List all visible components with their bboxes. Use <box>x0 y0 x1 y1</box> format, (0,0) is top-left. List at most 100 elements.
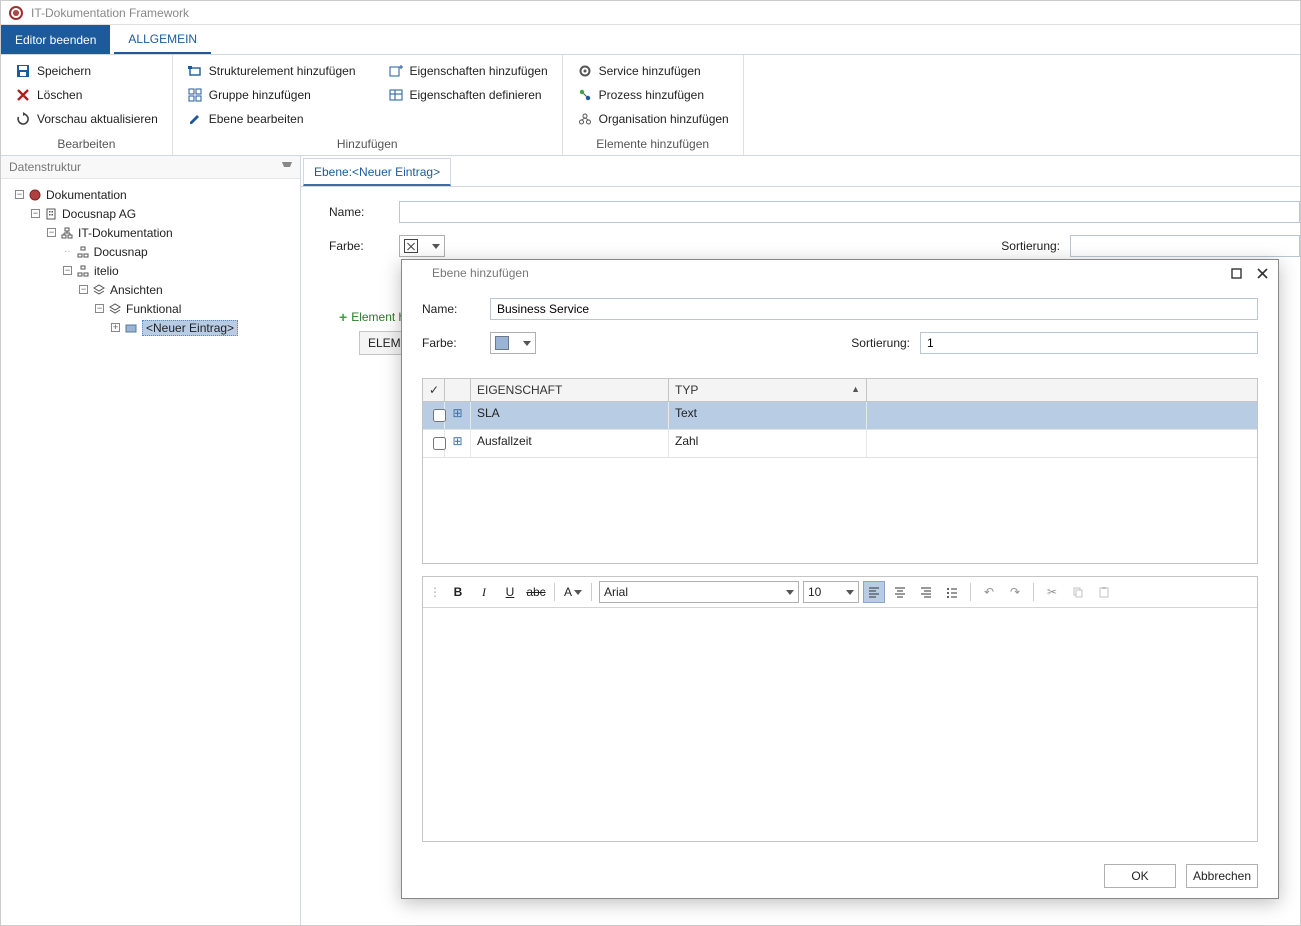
chevron-down-icon <box>523 341 531 346</box>
tree-node-functional[interactable]: − Funktional <box>5 299 296 318</box>
app-icon <box>28 188 42 202</box>
edit-layer-button[interactable]: Ebene bearbeiten <box>183 109 360 129</box>
add-structure-button[interactable]: Strukturelement hinzufügen <box>183 61 360 81</box>
dialog-color-label: Farbe: <box>422 336 490 350</box>
sidebar-title: Datenstruktur <box>9 160 81 174</box>
add-process-button[interactable]: Prozess hinzufügen <box>573 85 733 105</box>
font-family-combo[interactable]: Arial <box>599 581 799 603</box>
tree-node-views[interactable]: − Ansichten <box>5 280 296 299</box>
tabs-row: Editor beenden ALLGEMEIN <box>1 25 1300 55</box>
close-icon[interactable] <box>1254 266 1270 280</box>
ribbon-group-add-label: Hinzufügen <box>183 135 552 153</box>
add-service-button[interactable]: Service hinzufügen <box>573 61 733 81</box>
table-row[interactable]: ⊞ Ausfallzeit Zahl <box>423 430 1257 458</box>
properties-define-icon <box>388 87 404 103</box>
cancel-button[interactable]: Abbrechen <box>1186 864 1258 888</box>
tree-view[interactable]: − Dokumentation − Docusnap AG − IT-Dokum… <box>1 179 300 925</box>
align-left-button[interactable] <box>863 581 885 603</box>
align-right-button[interactable] <box>915 581 937 603</box>
save-icon <box>15 63 31 79</box>
add-properties-button[interactable]: Eigenschaften hinzufügen <box>384 61 552 81</box>
bullet-list-button[interactable] <box>941 581 963 603</box>
pin-icon[interactable] <box>282 162 292 172</box>
dialog-add-layer: Ebene hinzufügen Name: Farbe: Sortierung… <box>401 259 1279 899</box>
tree-toggle-icon[interactable]: − <box>79 285 88 294</box>
color-swatch-icon <box>495 336 509 350</box>
tree-toggle-icon[interactable]: + <box>111 323 120 332</box>
tab-editor-exit[interactable]: Editor beenden <box>1 25 110 54</box>
editor-sort-label: Sortierung: <box>1001 239 1060 253</box>
property-icon: ⊞ <box>445 402 471 429</box>
header-property[interactable]: EIGENSCHAFT <box>471 379 669 401</box>
redo-button[interactable]: ↷ <box>1004 581 1026 603</box>
header-checkbox[interactable]: ✓ <box>423 379 445 401</box>
add-org-button[interactable]: Organisation hinzufügen <box>573 109 733 129</box>
dialog-color-combo[interactable] <box>490 332 536 354</box>
font-size-combo[interactable]: 10 <box>803 581 859 603</box>
editor-sort-input[interactable] <box>1070 235 1300 257</box>
tree-node-itdoc[interactable]: − IT-Dokumentation <box>5 223 296 242</box>
no-color-icon <box>404 239 418 253</box>
hierarchy-icon <box>60 226 74 240</box>
stack-icon <box>108 302 122 316</box>
editor-color-label: Farbe: <box>329 239 399 253</box>
editor-name-input[interactable] <box>399 201 1300 223</box>
tree-toggle-icon[interactable]: − <box>47 228 56 237</box>
dialog-titlebar[interactable]: Ebene hinzufügen <box>402 260 1278 286</box>
tab-general[interactable]: ALLGEMEIN <box>114 25 211 54</box>
ribbon-group-add: Strukturelement hinzufügen Eigenschaften… <box>173 55 563 155</box>
grip-icon: ⋮ <box>429 585 439 599</box>
dialog-sort-input[interactable] <box>920 332 1258 354</box>
refresh-preview-button[interactable]: Vorschau aktualisieren <box>11 109 162 129</box>
save-button[interactable]: Speichern <box>11 61 162 81</box>
align-center-button[interactable] <box>889 581 911 603</box>
underline-button[interactable]: U <box>499 581 521 603</box>
properties-add-icon <box>388 63 404 79</box>
strike-button[interactable]: abc <box>525 581 547 603</box>
layer-icon <box>124 321 138 335</box>
cut-button[interactable]: ✂ <box>1041 581 1063 603</box>
delete-icon <box>15 87 31 103</box>
tree-node-company[interactable]: − Docusnap AG <box>5 204 296 223</box>
sidebar-header: Datenstruktur <box>1 156 300 179</box>
delete-button[interactable]: Löschen <box>11 85 162 105</box>
editor-name-label: Name: <box>329 205 399 219</box>
table-row[interactable]: ⊞ SLA Text <box>423 402 1257 430</box>
tree-node-new-entry[interactable]: + <Neuer Eintrag> <box>5 318 296 337</box>
ribbon-group-elements-label: Elemente hinzufügen <box>573 135 733 153</box>
add-group-button[interactable]: Gruppe hinzufügen <box>183 85 360 105</box>
sidebar: Datenstruktur − Dokumentation − Docusnap… <box>1 156 301 925</box>
maximize-icon[interactable] <box>1228 266 1244 280</box>
structure-icon <box>187 63 203 79</box>
define-properties-button[interactable]: Eigenschaften definieren <box>384 85 552 105</box>
dialog-title: Ebene hinzufügen <box>432 266 529 280</box>
table-header: ✓ EIGENSCHAFT TYP▲ <box>423 379 1257 402</box>
ribbon-group-edit: Speichern Löschen Vorschau aktualisieren… <box>1 55 173 155</box>
bold-button[interactable]: B <box>447 581 469 603</box>
app-icon <box>9 6 23 20</box>
header-icon-col <box>445 379 471 401</box>
editor-color-combo[interactable] <box>399 235 445 257</box>
org-icon <box>577 111 593 127</box>
tree-node-root[interactable]: − Dokumentation <box>5 185 296 204</box>
pencil-icon <box>187 111 203 127</box>
tree-node-docusnap[interactable]: ·· Docusnap <box>5 242 296 261</box>
paste-button[interactable] <box>1093 581 1115 603</box>
app-window: IT-Dokumentation Framework Editor beende… <box>0 0 1301 926</box>
italic-button[interactable]: I <box>473 581 495 603</box>
font-color-button[interactable]: A <box>562 581 584 603</box>
ok-button[interactable]: OK <box>1104 864 1176 888</box>
tree-toggle-icon[interactable]: − <box>31 209 40 218</box>
property-icon: ⊞ <box>445 430 471 457</box>
rte-textarea[interactable] <box>423 608 1257 841</box>
tree-toggle-icon[interactable]: − <box>15 190 24 199</box>
tree-toggle-icon[interactable]: − <box>63 266 72 275</box>
editor-tab[interactable]: Ebene: <Neuer Eintrag> <box>303 158 451 186</box>
tree-toggle-icon[interactable]: − <box>95 304 104 313</box>
header-type[interactable]: TYP▲ <box>669 379 867 401</box>
undo-button[interactable]: ↶ <box>978 581 1000 603</box>
tree-node-itelio[interactable]: − itelio <box>5 261 296 280</box>
copy-button[interactable] <box>1067 581 1089 603</box>
dialog-name-input[interactable] <box>490 298 1258 320</box>
dialog-name-label: Name: <box>422 302 490 316</box>
